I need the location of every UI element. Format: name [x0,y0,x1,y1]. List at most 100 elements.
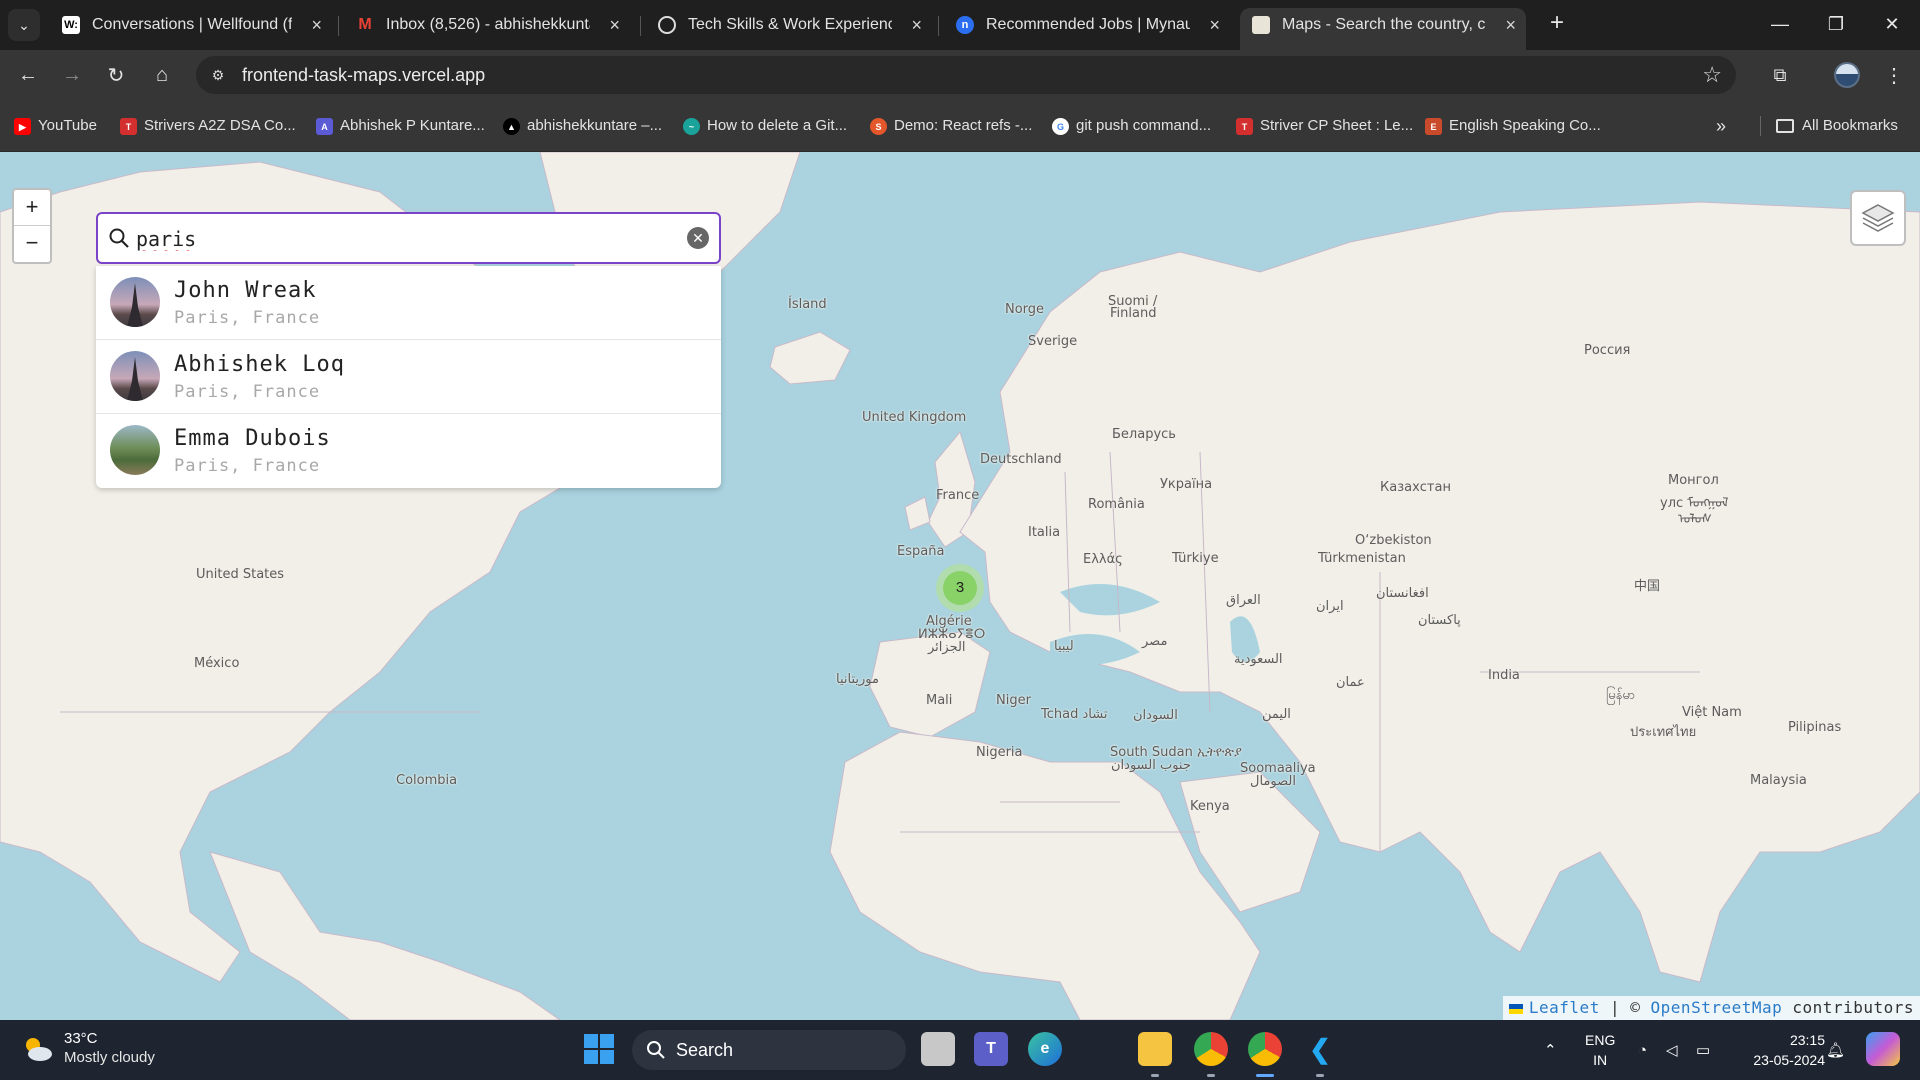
tab-search-button[interactable]: ⌄ [8,9,40,41]
extensions-icon[interactable]: ⧉ [1764,59,1796,91]
notification-bell-icon[interactable]: 🔔︎ [1826,1020,1845,1080]
reload-icon[interactable]: ↻ [100,59,132,91]
bookmark-english-speaking[interactable]: E English Speaking Co... [1425,114,1601,138]
tab-naukri[interactable]: n Recommended Jobs | Mynaukri × [944,8,1230,42]
resume-icon: A [316,118,333,135]
system-clock[interactable]: 23:15 23-05-2024 [1735,1030,1825,1070]
bookmark-label: git push command... [1076,117,1212,134]
new-tab-button[interactable]: + [1541,8,1573,40]
bookmark-strivers-a2z[interactable]: T Strivers A2Z DSA Co... [120,114,296,138]
zoom-in-button[interactable]: + [14,190,50,226]
gmail-icon: M [358,16,372,33]
place-label: España [897,544,945,559]
taskbar-search[interactable]: Search [632,1030,906,1070]
battery-icon[interactable]: ▭ [1696,1020,1710,1080]
volume-icon[interactable]: ◁ [1666,1020,1678,1080]
bookmark-youtube[interactable]: ▶ YouTube [14,114,97,138]
copilot-icon[interactable] [1866,1032,1900,1066]
tray-overflow-icon[interactable]: ⌃ [1544,1020,1557,1080]
url-text[interactable]: frontend-task-maps.vercel.app [242,56,485,94]
browser-tabstrip: ⌄ W: Conversations | Wellfound (form × M… [0,0,1920,50]
bookmark-star-icon[interactable]: ☆ [1702,56,1722,94]
place-label: Россия [1584,343,1631,358]
tab-wellfound[interactable]: W: Conversations | Wellfound (form × [50,8,332,42]
bookmark-git-push[interactable]: Ggit push command... [1052,114,1211,138]
place-label: اليمن [1262,707,1291,722]
place-label: Việt Nam [1682,705,1742,720]
zoom-out-button[interactable]: − [14,226,50,262]
tab-tech-skills[interactable]: Tech Skills & Work Experience × [646,8,932,42]
windows-taskbar: 33°C Mostly cloudy Search T e ❮ ⌃ ENG IN… [0,1020,1920,1080]
place-label: France [936,488,980,503]
attribution-separator: | [1609,998,1621,1017]
result-item[interactable]: John Wreak Paris, France [96,266,721,340]
chrome-profile-icon[interactable] [1248,1032,1282,1066]
attribution-contributors: contributors [1792,998,1914,1017]
file-explorer-icon[interactable] [1138,1032,1172,1066]
task-view-icon[interactable] [921,1032,955,1066]
place-label: Türkmenistan [1318,551,1406,566]
language-indicator[interactable]: ENG IN [1585,1030,1615,1070]
marker-cluster[interactable]: 3 [936,564,984,612]
place-label: México [194,656,240,671]
close-icon[interactable]: × [911,8,922,42]
bookmark-label: How to delete a Git... [707,117,848,134]
place-label: السعودية [1234,652,1283,667]
bookmark-vercel[interactable]: ▲ abhishekkuntare –... [503,114,662,138]
result-item[interactable]: Abhishek Loq Paris, France [96,340,721,414]
profile-avatar[interactable] [1834,62,1860,88]
bookmark-resume[interactable]: A Abhishek P Kuntare... [316,114,485,138]
place-label: عمان [1336,675,1365,690]
all-bookmarks-button[interactable]: All Bookmarks [1776,114,1898,138]
close-icon[interactable]: × [311,8,322,42]
result-thumbnail [110,425,160,475]
menu-kebab-icon[interactable]: ⋮ [1878,59,1910,91]
leaflet-link[interactable]: Leaflet [1529,998,1600,1017]
chatgpt-icon [658,16,676,34]
search-input[interactable] [136,222,656,256]
tab-title: Inbox (8,526) - abhishekkuntare [386,16,590,33]
bookmark-git-delete[interactable]: ~ How to delete a Git... [683,114,847,138]
place-label: Kenya [1190,799,1230,814]
bookmark-react-refs[interactable]: S Demo: React refs -... [870,114,1032,138]
site-info-icon[interactable]: ⚙ [206,63,230,87]
weather-widget[interactable]: 33°C Mostly cloudy [20,1030,155,1068]
result-thumbnail [110,351,160,401]
bookmarks-overflow-icon[interactable]: » [1716,114,1726,138]
layers-button[interactable] [1850,190,1906,246]
bookmark-striver-cp[interactable]: T Striver CP Sheet : Le... [1236,114,1413,138]
tab-maps[interactable]: Maps - Search the country, city, × [1240,8,1526,50]
osm-link[interactable]: OpenStreetMap [1651,998,1783,1017]
start-button[interactable] [584,1034,614,1064]
tab-gmail[interactable]: M Inbox (8,526) - abhishekkuntare × [344,8,630,42]
address-bar[interactable]: ⚙ frontend-task-maps.vercel.app ☆ [196,56,1736,94]
place-label: Ísland [788,297,827,312]
bookmark-label: Strivers A2Z DSA Co... [144,117,296,134]
home-icon[interactable]: ⌂ [146,59,178,91]
result-thumbnail [110,277,160,327]
close-icon[interactable]: × [1209,8,1220,42]
bookmark-label: YouTube [38,117,97,134]
result-name: Emma Dubois [174,426,331,451]
vscode-icon[interactable]: ❮ [1303,1032,1337,1066]
close-icon[interactable]: × [609,8,620,42]
youtube-icon: ▶ [14,118,31,135]
wifi-icon[interactable]: ◔ [1638,1020,1647,1080]
result-item[interactable]: Emma Dubois Paris, France [96,414,721,488]
store-icon[interactable] [1083,1032,1117,1066]
close-window-icon[interactable]: ✕ [1864,0,1920,50]
chrome-icon[interactable] [1194,1032,1228,1066]
minimize-icon[interactable]: — [1752,0,1808,50]
teams-icon[interactable]: T [974,1032,1008,1066]
close-icon[interactable]: × [1505,8,1516,42]
restore-icon[interactable]: ❐ [1808,0,1864,50]
clear-search-icon[interactable]: ✕ [687,227,709,249]
map-view[interactable]: Ísland Norge Suomi / Finland Sverige Рос… [0,152,1920,1020]
region-code: IN [1593,1052,1608,1068]
forward-icon[interactable]: → [56,59,88,91]
back-icon[interactable]: ← [12,59,44,91]
edge-icon[interactable]: e [1028,1032,1062,1066]
place-label: مصر [1142,634,1168,649]
bookmark-label: Demo: React refs -... [894,117,1033,134]
course-icon: E [1425,118,1442,135]
